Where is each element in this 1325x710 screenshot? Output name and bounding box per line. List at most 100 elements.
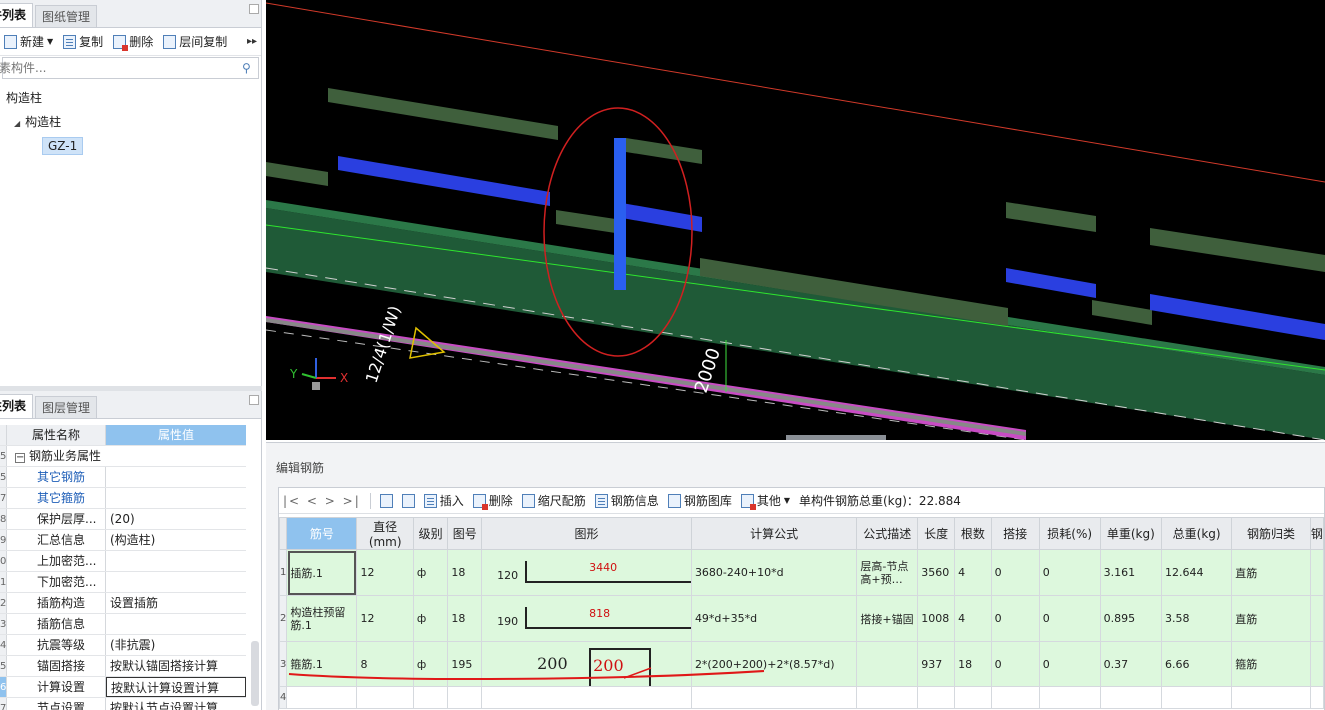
column-header[interactable]: 图号 [447,517,483,550]
cell-formula[interactable]: 3680-240+10*d [690,549,858,596]
cell-formula-desc[interactable] [856,641,919,687]
other-button[interactable]: 其他 ▼ [740,492,790,510]
property-value[interactable] [106,572,246,592]
column-header[interactable]: 级别 [412,517,449,550]
move-up-icon[interactable] [379,493,393,508]
property-value[interactable]: 按默认锚固搭接计算 [106,656,246,676]
property-value[interactable]: (非抗震) [106,635,246,655]
cell-unit-weight[interactable]: 0.895 [1099,595,1162,642]
column-header[interactable]: 钢 [1309,517,1325,550]
property-row[interactable]: 5 其它钢筋 [0,467,246,488]
property-scrollbar[interactable] [251,641,259,706]
property-value[interactable] [106,488,246,508]
cell-category[interactable]: 直筋 [1231,595,1311,642]
cell-loss[interactable]: 0 [1038,641,1101,687]
component-search-input[interactable] [0,61,242,75]
cell-grade[interactable]: ф [412,549,449,596]
record-navigation[interactable]: |< < > >| [283,494,361,508]
cell-diameter[interactable]: 12 [356,549,414,596]
cell-category[interactable] [1231,686,1311,709]
property-row[interactable]: 0 上加密范... [0,551,246,572]
toolbar-more-button[interactable]: ▸▸ [247,36,257,47]
cell-grade[interactable] [412,686,449,709]
cell-length[interactable]: 3560 [917,549,956,596]
dropdown-arrow-icon[interactable]: ▼ [47,37,53,46]
cell-count[interactable]: 18 [954,641,992,687]
property-row[interactable]: 5 锚固搭接 按默认锚固搭接计算 [0,656,246,677]
cell-bar-name[interactable]: 构造柱预留筋.1 [286,595,358,642]
property-value[interactable] [106,614,246,634]
cell-figure-no[interactable]: 18 [447,549,483,596]
cell-extra[interactable] [1309,595,1325,642]
column-header[interactable]: 直径(mm) [356,517,414,550]
table-row[interactable]: 4 [278,686,1325,709]
cell-lap[interactable]: 0 [990,595,1040,642]
property-row[interactable]: 7 节点设置 按默认节点设置计算 [0,698,246,710]
cell-formula-desc[interactable] [856,686,919,709]
property-value[interactable]: 按默认计算设置计算 [106,677,246,697]
column-header[interactable]: 根数 [954,517,992,550]
cell-bar-name[interactable]: 插筋.1 [286,549,358,596]
property-row[interactable]: 1 下加密范... [0,572,246,593]
cell-length[interactable]: 937 [917,641,956,687]
cell-lap[interactable]: 0 [990,549,1040,596]
component-search-box[interactable]: ⚲ [0,57,259,79]
cell-length[interactable] [917,686,956,709]
column-header[interactable]: 计算公式 [690,517,858,550]
layer-copy-button[interactable]: 层间复制 [163,33,227,50]
property-row[interactable]: 9 汇总信息 (构造柱) [0,530,246,551]
cell-lap[interactable] [990,686,1040,709]
column-header[interactable]: 钢筋归类 [1231,517,1311,550]
panel-restore-button[interactable] [249,395,259,405]
cell-unit-weight[interactable]: 3.161 [1099,549,1162,596]
column-header[interactable]: 损耗(%) [1038,517,1101,550]
property-value[interactable] [106,467,246,487]
cell-total-weight[interactable]: 12.644 [1160,549,1233,596]
property-value[interactable] [106,551,246,571]
property-value[interactable]: (20) [106,509,246,529]
structural-column[interactable] [614,138,626,290]
cell-count[interactable]: 4 [954,595,992,642]
tab-drawing-management[interactable]: 图纸管理 [35,5,98,27]
column-header[interactable]: 筋号 [286,517,358,550]
delete-row-button[interactable]: 删除 [472,492,513,510]
property-value[interactable]: 按默认节点设置计算 [106,698,246,710]
cell-bar-name[interactable] [286,686,358,709]
cell-shape[interactable]: 190 818 [481,595,692,642]
cell-loss[interactable] [1038,686,1101,709]
property-row[interactable]: 7 其它箍筋 [0,488,246,509]
cell-unit-weight[interactable] [1099,686,1162,709]
property-row[interactable]: 6 计算设置 按默认计算设置计算 [0,677,246,698]
cell-shape[interactable]: 120 3440 [481,549,692,596]
view-resize-handle[interactable] [786,435,886,440]
property-value[interactable]: 设置插筋 [106,593,246,613]
cell-length[interactable]: 1008 [917,595,956,642]
cell-diameter[interactable] [356,686,414,709]
cell-loss[interactable]: 0 [1038,549,1101,596]
cell-figure-no[interactable]: 18 [447,595,483,642]
column-header[interactable]: 总重(kg) [1160,517,1233,550]
collapse-arrow-icon[interactable]: ◢ [14,119,20,128]
cell-extra[interactable] [1309,641,1325,687]
cell-diameter[interactable]: 12 [356,595,414,642]
cell-shape[interactable] [481,686,692,709]
cell-category[interactable]: 箍筋 [1231,641,1311,687]
search-icon[interactable]: ⚲ [242,61,258,75]
cell-figure-no[interactable] [447,686,483,709]
tree-leaf-item[interactable]: GZ-1 [0,134,261,158]
panel-restore-button[interactable] [249,4,259,14]
column-header[interactable]: 图形 [481,517,692,550]
tab-layer-management[interactable]: 图层管理 [35,396,98,418]
collapse-icon[interactable]: − [15,453,25,463]
column-header[interactable]: 搭接 [990,517,1040,550]
insert-button[interactable]: 插入 [423,492,464,509]
property-row[interactable]: 8 保护层厚... (20) [0,509,246,530]
tab-property-list[interactable]: 性列表 [0,394,34,418]
new-button[interactable]: 新建 ▼ [4,33,53,50]
cell-grade[interactable]: ф [412,595,449,642]
tab-component-list[interactable]: 件列表 [0,3,34,27]
table-row[interactable]: 2 构造柱预留筋.1 12 ф 18 190 818 49*d+35*d 搭接+… [278,595,1325,642]
3d-model-view[interactable]: 12/4(1/W) 2000 X Y [266,0,1325,440]
cell-total-weight[interactable] [1160,686,1233,709]
property-row[interactable]: 2 插筋构造 设置插筋 [0,593,246,614]
